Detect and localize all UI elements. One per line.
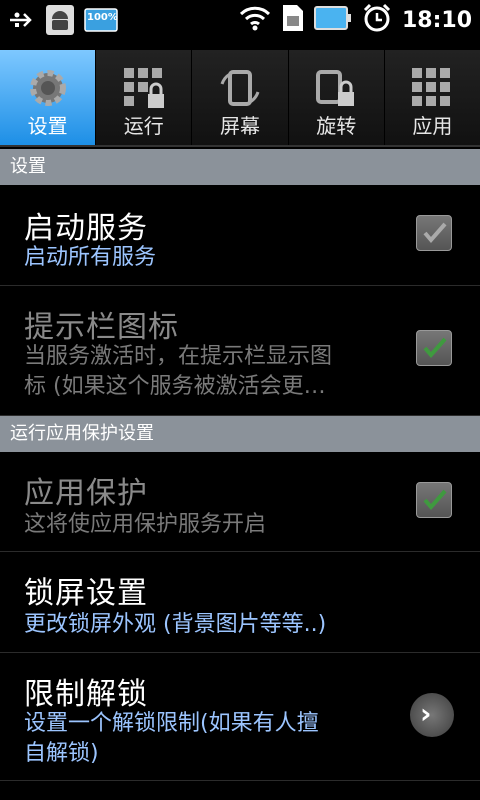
clock: 18:10 — [401, 7, 472, 33]
usb-icon — [8, 9, 36, 35]
tab-run[interactable]: 运行 — [96, 50, 193, 145]
tab-label: 设置 — [27, 114, 68, 138]
section-header-settings: 设置 — [0, 149, 480, 185]
battery-badge-icon: 100% — [84, 8, 118, 36]
checkmark-icon — [423, 337, 447, 359]
pref-next-partial[interactable] — [0, 781, 480, 800]
sim-icon — [282, 4, 304, 36]
alarm-icon — [362, 3, 392, 37]
rotate-lock-icon — [314, 66, 358, 110]
checkbox[interactable] — [416, 482, 452, 518]
pref-lockscreen-settings[interactable]: 锁屏设置 更改锁屏外观 (背景图片等等..) — [0, 552, 480, 653]
tab-rotate[interactable]: 旋转 — [289, 50, 385, 145]
checkbox[interactable] — [416, 215, 452, 251]
pref-notification-icon[interactable]: 提示栏图标 当服务激活时，在提示栏显示图 标 (如果这个服务被激活会更… — [0, 286, 480, 416]
tab-label: 屏幕 — [220, 114, 260, 138]
tab-bar: 设置 运行 屏幕 旋转 应用 — [0, 50, 480, 147]
pref-summary: 启动所有服务 — [24, 245, 157, 270]
battery-badge-text: 100% — [87, 12, 118, 23]
pref-title: 提示栏图标 — [24, 310, 179, 345]
tab-label: 运行 — [123, 114, 164, 138]
checkbox[interactable] — [416, 330, 452, 366]
tab-label: 旋转 — [316, 114, 357, 138]
chevron-right-icon: › — [420, 697, 432, 730]
pref-title: 锁屏设置 — [24, 576, 148, 611]
tab-settings[interactable]: 设置 — [0, 50, 97, 145]
tab-screen[interactable]: 屏幕 — [192, 50, 289, 145]
pref-summary-line1: 当服务激活时，在提示栏显示图 — [24, 344, 333, 369]
gear-icon — [26, 66, 70, 110]
pref-summary-line2: 自解锁) — [24, 741, 99, 766]
tab-label: 应用 — [412, 114, 453, 138]
checkmark-icon — [423, 489, 447, 511]
status-bar: 100% 18:10 — [0, 0, 480, 40]
section-header-app-protection: 运行应用保护设置 — [0, 416, 480, 452]
pref-summary-line2: 标 (如果这个服务被激活会更… — [24, 374, 326, 399]
android-debug-icon — [46, 5, 74, 39]
pref-title: 限制解锁 — [24, 677, 148, 712]
apps-grid-icon — [410, 66, 454, 110]
wifi-icon — [238, 4, 272, 36]
chevron-right-button[interactable]: › — [410, 693, 454, 737]
battery-icon — [313, 5, 352, 35]
pref-title: 启动服务 — [24, 211, 148, 246]
screen-rotate-icon — [218, 66, 262, 110]
pref-summary-line1: 设置一个解锁限制(如果有人擅 — [24, 711, 319, 736]
pref-summary: 更改锁屏外观 (背景图片等等..) — [24, 612, 327, 637]
lock-grid-icon — [122, 66, 166, 110]
tab-apps[interactable]: 应用 — [385, 50, 480, 145]
pref-summary: 这将使应用保护服务开启 — [24, 512, 267, 537]
pref-title: 应用保护 — [24, 476, 148, 511]
pref-start-service[interactable]: 启动服务 启动所有服务 — [0, 185, 480, 286]
pref-limit-unlock[interactable]: 限制解锁 设置一个解锁限制(如果有人擅 自解锁) › — [0, 653, 480, 781]
pref-app-protection[interactable]: 应用保护 这将使应用保护服务开启 — [0, 452, 480, 552]
checkmark-icon — [423, 222, 447, 244]
